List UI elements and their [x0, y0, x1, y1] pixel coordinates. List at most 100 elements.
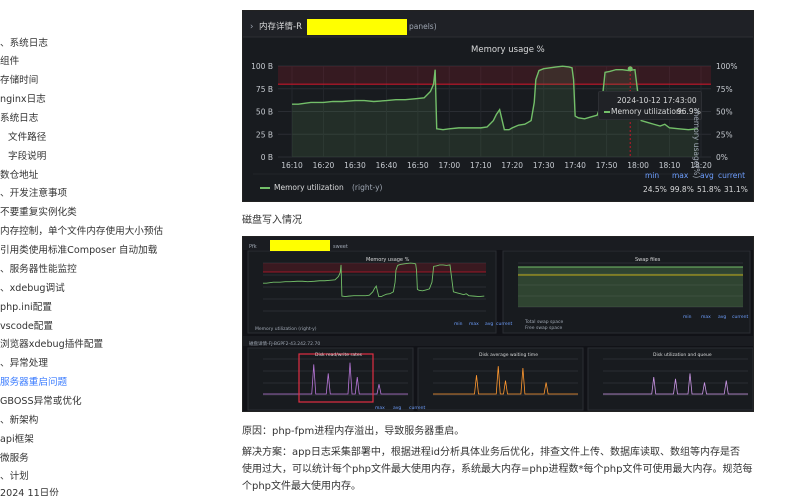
- stat-header-max[interactable]: max: [672, 171, 688, 181]
- hover-point: [627, 66, 633, 72]
- tl-chart-title: Memory usage %: [366, 257, 410, 263]
- sidebar-item-18[interactable]: 服务器重启问题: [0, 377, 67, 389]
- sidebar-item-2[interactable]: 存储时间: [0, 75, 38, 87]
- c1-stat-avg: avg: [393, 406, 402, 411]
- sidebar-item-21[interactable]: api框架: [0, 434, 34, 446]
- sidebar-item-13[interactable]: 、xdebug调试: [0, 283, 65, 295]
- sidebar-item-19[interactable]: GBOSS异常或优化: [0, 396, 82, 408]
- p2-tr-area: [518, 267, 743, 307]
- tooltip-time: 2024-10-12 17:43:00: [617, 96, 697, 105]
- sidebar-item-15[interactable]: vscode配置: [0, 321, 53, 333]
- sidebar-item-17[interactable]: 、异常处理: [0, 358, 48, 370]
- sidebar-item-1[interactable]: 组件: [0, 56, 19, 68]
- tr-chart-title: Swap files: [635, 257, 661, 263]
- x-tick-label: 17:10: [470, 161, 492, 170]
- disk-dashboard-panel: Pfk sweet Memory usage % Swap files Memo…: [242, 236, 754, 412]
- legend-label[interactable]: Memory utilization: [274, 183, 344, 193]
- solution-line-3: 个php文件最大使用内存。: [242, 481, 362, 492]
- x-tick-label: 16:20: [313, 161, 335, 170]
- sidebar-item-11[interactable]: 引用类使用标准Composer 自动加载: [0, 245, 157, 257]
- stat-value-min: 24.5%: [643, 185, 667, 194]
- redacted-region: [307, 19, 407, 35]
- legend-axis-note: (right-y): [352, 183, 383, 192]
- chart-tooltip: 2024-10-12 17:43:00 Memory utilization: …: [598, 91, 702, 120]
- x-tick-label: 17:50: [596, 161, 618, 170]
- sidebar-item-3[interactable]: nginx日志: [0, 94, 46, 106]
- sidebar-item-9[interactable]: 不要重复实例化类: [0, 207, 77, 219]
- y-tick-label: 25 B: [256, 130, 273, 139]
- section-disk-label: 磁盘写入情况: [242, 215, 302, 226]
- c1-stat-current: current: [409, 406, 426, 411]
- stat-value-current: 31.1%: [724, 185, 748, 194]
- c2-chart-title: Disk average waiting time: [479, 353, 538, 358]
- y-tick-label: 100 B: [251, 62, 273, 71]
- c3-chart-title: Disk utilization and queue: [653, 353, 712, 358]
- sidebar-item-7[interactable]: 数仓地址: [0, 170, 38, 182]
- panel-collapse-icon[interactable]: ›: [250, 22, 253, 32]
- legend-swatch: [260, 187, 270, 189]
- y-tick-label: 50 B: [256, 108, 273, 117]
- c1-stat-max: max: [375, 406, 385, 411]
- sidebar-item-10[interactable]: 内存控制，单个文件内存使用大小预估: [0, 226, 163, 238]
- article-content: 0 B 0% 25 B 25% 50 B 50% 75 B 75% 100 B 100% 16:10…: [242, 0, 754, 496]
- x-tick-label: 16:40: [376, 161, 398, 170]
- y-tick-label: 0 B: [261, 153, 273, 162]
- y2-tick-label: 100%: [716, 62, 737, 71]
- tooltip-swatch: [604, 111, 610, 113]
- panel-header-suffix: panels): [409, 22, 437, 31]
- sidebar-item-0[interactable]: 、系统日志: [0, 38, 48, 50]
- toc-sidebar: 、系统日志组件存储时间 nginx日志 系统日志文件路径字段说明数仓地址、开发注意事…: [0, 0, 236, 496]
- x-tick-label: 17:40: [564, 161, 586, 170]
- x-tick-label: 17:00: [438, 161, 460, 170]
- sidebar-item-20[interactable]: 、新架构: [0, 415, 38, 427]
- tl-stat-min: min: [454, 322, 463, 327]
- tooltip-label: Memory utilization:: [611, 107, 684, 116]
- tr-stat-avg: avg: [718, 315, 727, 320]
- sidebar-item-5[interactable]: 文件路径: [8, 132, 46, 144]
- c1-chart-title: Disk read/write rates: [315, 353, 362, 358]
- x-tick-label: 18:00: [627, 161, 649, 170]
- y2-tick-label: 50%: [716, 108, 733, 117]
- x-tick-label: 18:10: [659, 161, 681, 170]
- threshold-band: [278, 66, 711, 85]
- chart-title[interactable]: Memory usage %: [471, 45, 545, 55]
- sidebar-item-22[interactable]: 微服务: [0, 453, 29, 465]
- tr-stat-current: current: [732, 315, 749, 320]
- sidebar-item-4[interactable]: 系统日志: [0, 113, 38, 125]
- stat-value-avg: 51.8%: [697, 185, 721, 194]
- y2-tick-label: 25%: [716, 130, 733, 139]
- sidebar-item-16[interactable]: 浏览器xdebug插件配置: [0, 339, 103, 351]
- sidebar-item-8[interactable]: 、开发注意事项: [0, 188, 67, 200]
- memory-dashboard-panel: 0 B 0% 25 B 25% 50 B 50% 75 B 75% 100 B 100% 16:10…: [242, 10, 754, 202]
- redacted-region-2: [270, 240, 330, 251]
- tl-legend: Memory utilization (right-y): [255, 327, 317, 332]
- sidebar-item-12[interactable]: 、服务器性能监控: [0, 264, 77, 276]
- sidebar-item-6[interactable]: 字段说明: [8, 151, 46, 163]
- y2-tick-label: 0%: [716, 153, 728, 162]
- tr-stat-max: max: [701, 315, 711, 320]
- tr-legend-2: Free swap space: [525, 326, 563, 331]
- tl-stat-max: max: [469, 322, 479, 327]
- sidebar-item-24[interactable]: 2024 11日份: [0, 488, 59, 496]
- stat-value-max: 99.8%: [670, 185, 694, 194]
- tl-stat-avg: avg: [485, 322, 494, 327]
- stat-header-current[interactable]: current: [718, 171, 745, 181]
- x-tick-label: 16:30: [344, 161, 366, 170]
- stat-header-min[interactable]: min: [645, 171, 659, 181]
- stat-header-avg[interactable]: avg: [700, 171, 714, 181]
- solution-line-2: 使用过大，可以统计每个php文件最大使用内存，系统最大内存=php进程数*每个p…: [242, 464, 753, 475]
- panel-header-prefix: 内存详情-R: [259, 22, 302, 32]
- x-tick-label: 16:10: [281, 161, 303, 170]
- y2-tick-label: 75%: [716, 85, 733, 94]
- x-tick-label: 17:20: [501, 161, 523, 170]
- reason-text: 原因：php-fpm进程内存溢出，导致服务器重启。: [242, 426, 465, 437]
- x-tick-label: 16:50: [407, 161, 429, 170]
- sidebar-item-23[interactable]: 、计划: [0, 471, 29, 483]
- sidebar-item-14[interactable]: php.ini配置: [0, 302, 52, 314]
- panel2-header-prefix: Pfk: [249, 244, 257, 250]
- panel2-header-suffix: sweet: [333, 244, 348, 250]
- right-axis-title: memory usage(%): [692, 109, 701, 179]
- chevron-down-icon[interactable]: ⌄: [535, 45, 542, 55]
- row2-label: 磁盘详情-FJ-BGPF2-43.242.72.70: [249, 342, 321, 347]
- x-tick-label: 17:30: [533, 161, 555, 170]
